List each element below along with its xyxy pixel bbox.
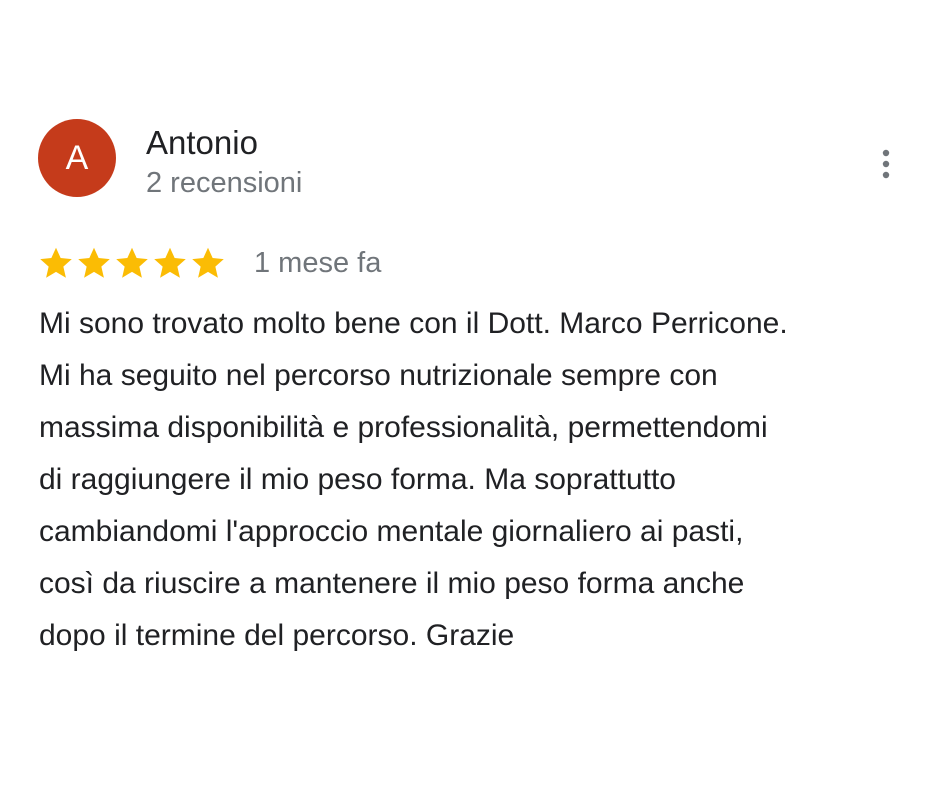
review-card: A Antonio 2 recensioni 1 mese fa Mi sono… (0, 0, 940, 788)
more-vertical-icon (882, 149, 890, 179)
rating-row: 1 mese fa (38, 243, 381, 283)
review-date: 1 mese fa (254, 247, 382, 279)
star-icon (192, 247, 224, 278)
review-text-line: di raggiungere il mio peso forma. Ma sop… (39, 463, 676, 496)
more-options-button[interactable] (870, 144, 902, 184)
star-icon (40, 247, 72, 278)
review-text-line: Mi ha seguito nel percorso nutrizionale … (39, 359, 718, 392)
review-text-line: cambiandomi l'approccio mentale giornali… (39, 515, 744, 548)
review-text-line: così da riuscire a mantenere il mio peso… (39, 567, 745, 600)
avatar-initial: A (65, 139, 89, 177)
author-name[interactable]: Antonio (146, 124, 258, 162)
review-text-line: Mi sono trovato molto bene con il Dott. … (39, 307, 788, 340)
review-text-line: massima disponibilità e professionalità,… (39, 411, 768, 444)
review-count[interactable]: 2 recensioni (146, 166, 302, 200)
star-icon (154, 247, 186, 278)
star-icon (78, 247, 110, 278)
avatar[interactable]: A (38, 119, 116, 197)
review-text-line: dopo il termine del percorso. Grazie (39, 619, 515, 652)
star-icon (116, 247, 148, 278)
star-rating (38, 245, 226, 281)
review-text: Mi sono trovato molto bene con il Dott. … (39, 298, 909, 662)
